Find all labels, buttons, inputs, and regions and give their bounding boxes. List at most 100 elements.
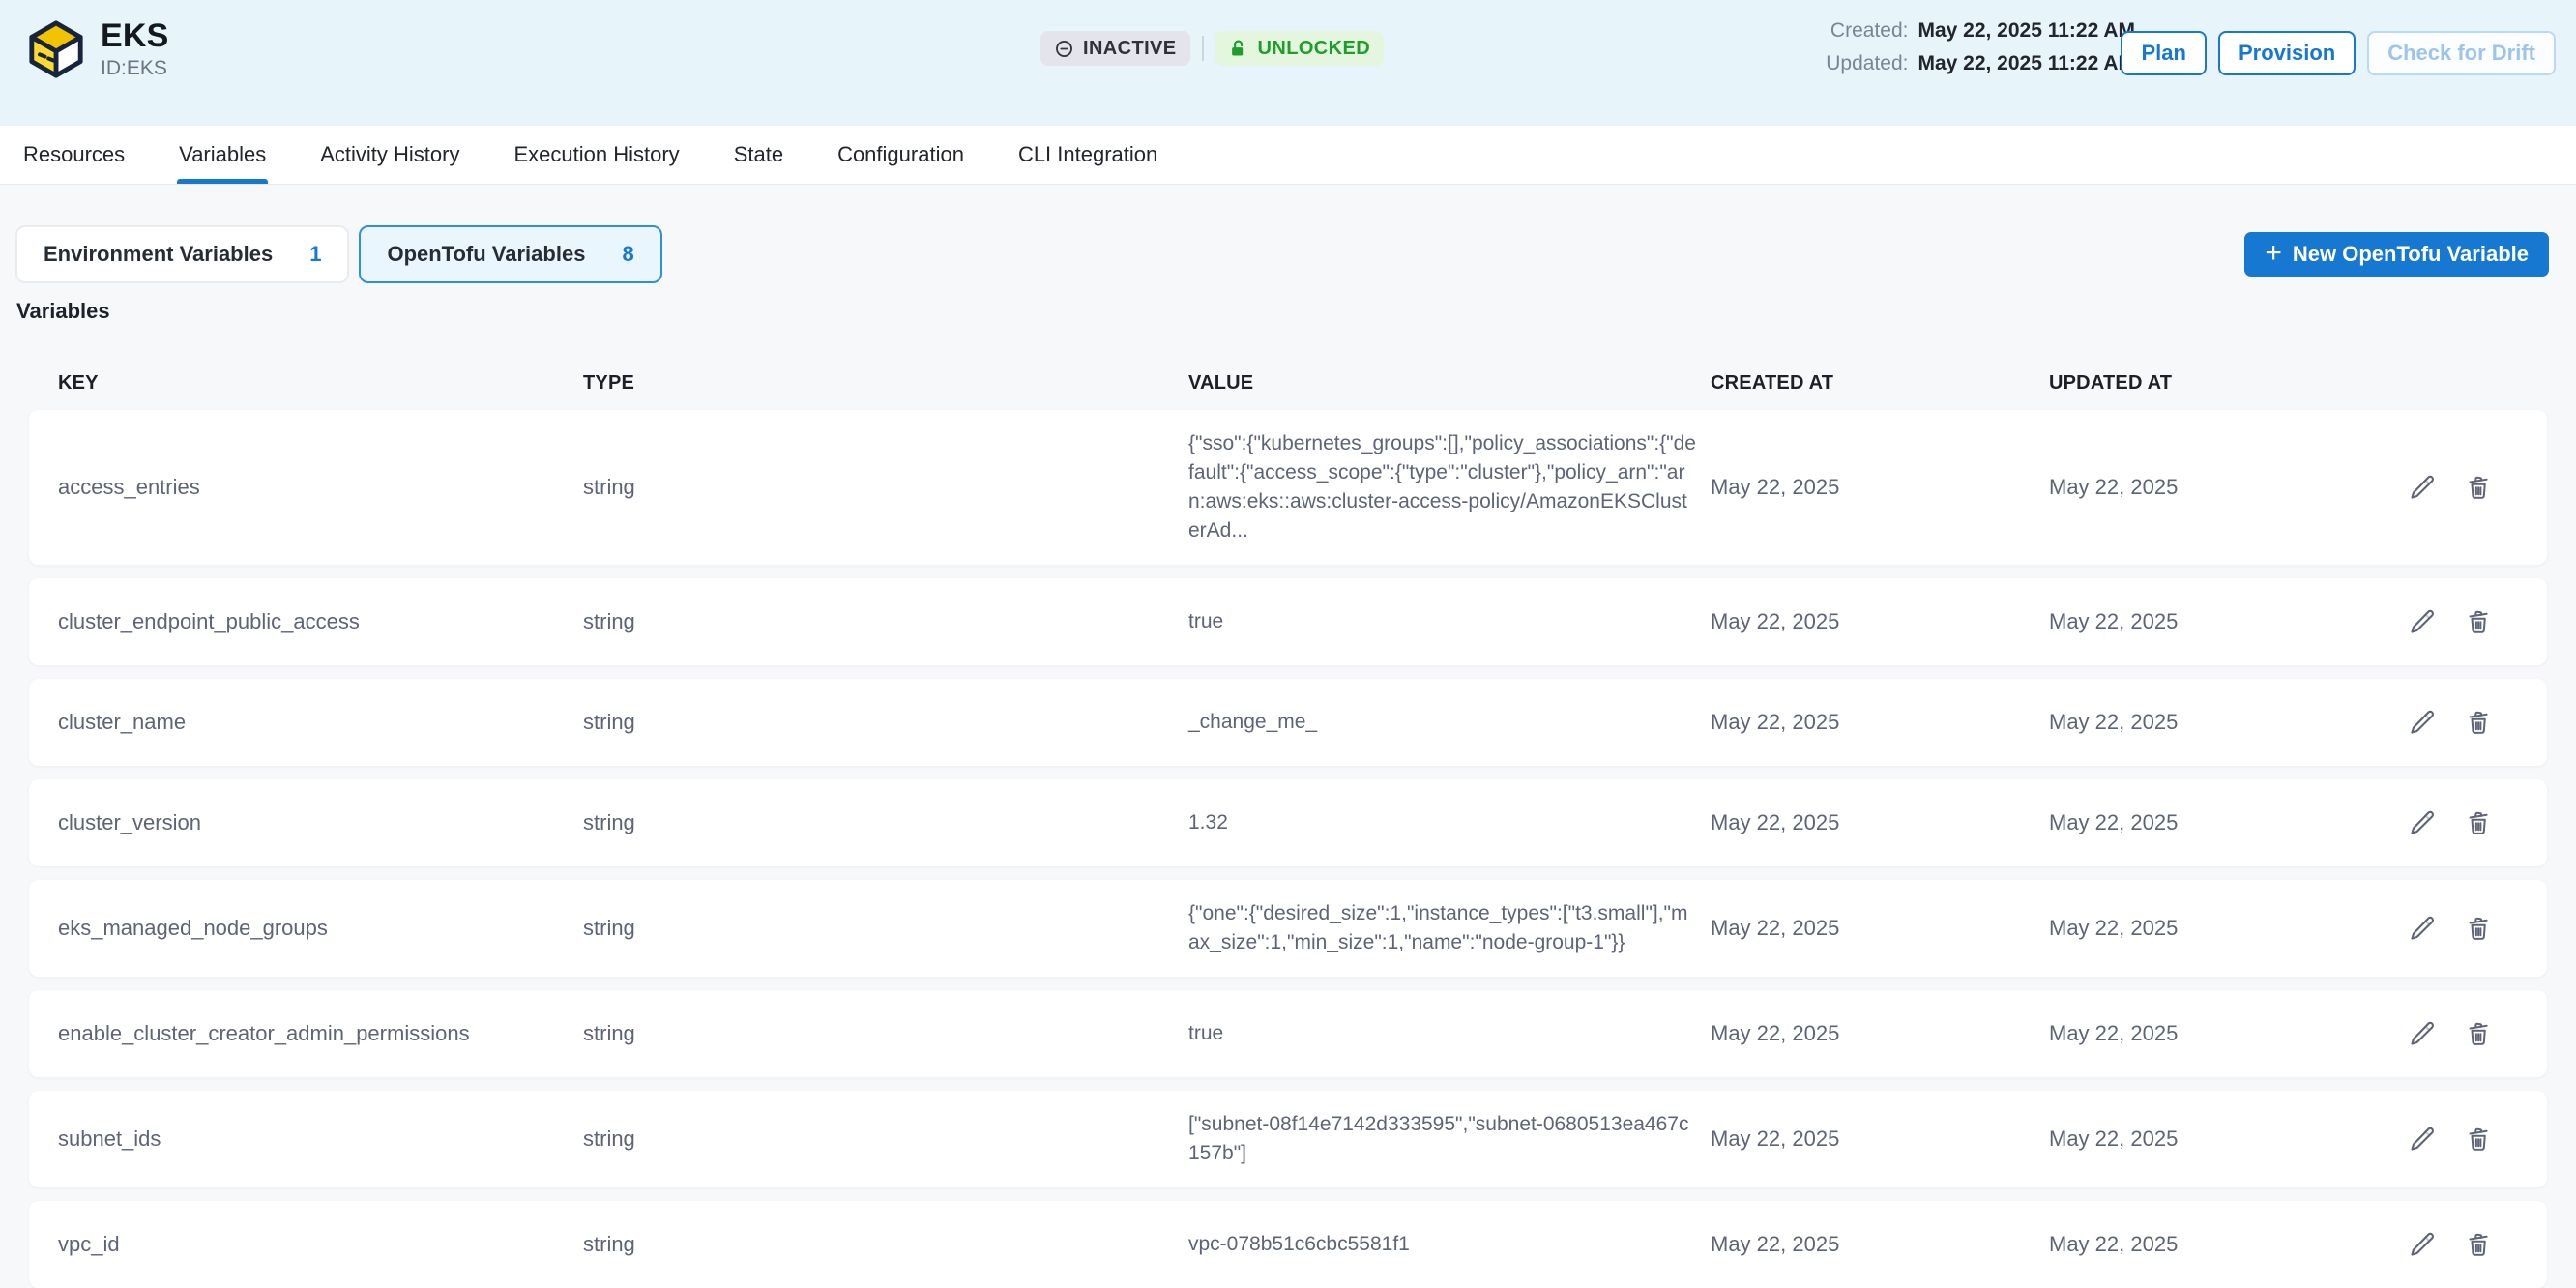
table-row: access_entriesstring{"sso":{"kubernetes_… (29, 410, 2547, 565)
tab-opentofu-variables[interactable]: OpenTofu Variables 8 (359, 225, 661, 283)
plus-icon: + (2265, 239, 2282, 268)
delete-variable-button[interactable] (2464, 914, 2493, 943)
edit-variable-button[interactable] (2408, 473, 2437, 502)
variable-value: {"sso":{"kubernetes_groups":[],"policy_a… (1188, 429, 1711, 545)
edit-variable-button[interactable] (2408, 1019, 2437, 1048)
variable-value: _change_me_ (1188, 708, 1711, 737)
variable-type-tabs: Environment Variables 1 OpenTofu Variabl… (15, 225, 2547, 283)
tab-bar: Resources Variables Activity History Execut… (0, 126, 2576, 185)
variable-value: ["subnet-08f14e7142d333595","subnet-0680… (1188, 1110, 1711, 1168)
variable-updated-at: May 22, 2025 (2049, 609, 2349, 634)
updated-label: Updated: (1819, 52, 1908, 75)
edit-variable-button[interactable] (2408, 808, 2437, 837)
row-actions (2349, 1230, 2518, 1259)
pencil-icon (2408, 914, 2437, 943)
edit-variable-button[interactable] (2408, 708, 2437, 737)
variable-type: string (583, 609, 1188, 634)
tab-variables[interactable]: Variables (179, 126, 266, 184)
variable-created-at: May 22, 2025 (1711, 475, 2049, 500)
variable-updated-at: May 22, 2025 (2049, 1127, 2349, 1152)
column-header-updated-at: UPDATED AT (2049, 372, 2349, 395)
title-block: EKS ID:EKS (101, 16, 169, 80)
variable-key: access_entries (58, 475, 583, 500)
column-header-type: TYPE (583, 372, 1188, 395)
variable-created-at: May 22, 2025 (1711, 1021, 2049, 1046)
table-row: enable_cluster_creator_admin_permissions… (29, 990, 2547, 1077)
delete-variable-button[interactable] (2464, 1019, 2493, 1048)
created-row: Created: May 22, 2025 11:22 AM (1819, 19, 2135, 43)
variable-updated-at: May 22, 2025 (2049, 1021, 2349, 1046)
unlocked-padlock-icon (1229, 39, 1249, 59)
table-row: cluster_endpoint_public_accessstringtrue… (29, 578, 2547, 665)
variables-content: Environment Variables 1 OpenTofu Variabl… (0, 185, 2576, 1288)
variable-key: enable_cluster_creator_admin_permissions (58, 1021, 583, 1046)
table-header: KEY TYPE VALUE CREATED AT UPDATED AT (29, 372, 2547, 395)
variable-updated-at: May 22, 2025 (2049, 475, 2349, 500)
variable-created-at: May 22, 2025 (1711, 810, 2049, 835)
variable-type: string (583, 1021, 1188, 1046)
delete-variable-button[interactable] (2464, 607, 2493, 636)
row-actions (2349, 607, 2518, 636)
check-for-drift-button[interactable]: Check for Drift (2367, 31, 2556, 75)
delete-variable-button[interactable] (2464, 808, 2493, 837)
pencil-icon (2408, 1230, 2437, 1259)
variable-type: string (583, 475, 1188, 500)
plan-button[interactable]: Plan (2121, 31, 2206, 75)
pencil-icon (2408, 607, 2437, 636)
status-badge: INACTIVE (1040, 31, 1190, 66)
tab-resources[interactable]: Resources (23, 126, 125, 184)
row-actions (2349, 708, 2518, 737)
tab-opentofu-variables-label: OpenTofu Variables (387, 242, 585, 267)
tab-configuration[interactable]: Configuration (837, 126, 964, 184)
status-badge-label: INACTIVE (1083, 38, 1177, 60)
variable-updated-at: May 22, 2025 (2049, 916, 2349, 941)
environment-id: ID:EKS (101, 57, 169, 80)
edit-variable-button[interactable] (2408, 914, 2437, 943)
edit-variable-button[interactable] (2408, 607, 2437, 636)
variable-created-at: May 22, 2025 (1711, 1127, 2049, 1152)
delete-variable-button[interactable] (2464, 1125, 2493, 1154)
row-actions (2349, 473, 2518, 502)
edit-variable-button[interactable] (2408, 1230, 2437, 1259)
table-row: cluster_versionstring1.32May 22, 2025May… (29, 779, 2547, 866)
column-header-value: VALUE (1188, 372, 1711, 395)
variable-updated-at: May 22, 2025 (2049, 810, 2349, 835)
delete-variable-button[interactable] (2464, 473, 2493, 502)
edit-variable-button[interactable] (2408, 1125, 2437, 1154)
variable-created-at: May 22, 2025 (1711, 1232, 2049, 1257)
variable-value: true (1188, 607, 1711, 636)
variable-type: string (583, 1232, 1188, 1257)
variable-value: vpc-078b51c6cbc5581f1 (1188, 1230, 1711, 1259)
trash-icon (2464, 1019, 2493, 1048)
lock-status-badge-label: UNLOCKED (1258, 38, 1371, 60)
tab-execution-history[interactable]: Execution History (514, 126, 680, 184)
tab-cli-integration[interactable]: CLI Integration (1018, 126, 1157, 184)
pencil-icon (2408, 808, 2437, 837)
variable-key: eks_managed_node_groups (58, 916, 583, 941)
row-actions (2349, 1125, 2518, 1154)
tab-environment-variables-label: Environment Variables (44, 242, 273, 267)
variable-key: cluster_endpoint_public_access (58, 609, 583, 634)
tab-opentofu-variables-count: 8 (622, 242, 633, 267)
trash-icon (2464, 1230, 2493, 1259)
new-opentofu-variable-button[interactable]: + New OpenTofu Variable (2244, 232, 2549, 277)
tab-activity-history[interactable]: Activity History (320, 126, 459, 184)
header-actions: Plan Provision Check for Drift (2121, 31, 2556, 75)
variable-value: true (1188, 1019, 1711, 1048)
trash-icon (2464, 473, 2493, 502)
variable-key: vpc_id (58, 1232, 583, 1257)
provision-button[interactable]: Provision (2218, 31, 2356, 75)
variable-value: 1.32 (1188, 808, 1711, 837)
variable-created-at: May 22, 2025 (1711, 916, 2049, 941)
column-header-created-at: CREATED AT (1711, 372, 2049, 395)
tab-state[interactable]: State (734, 126, 783, 184)
delete-variable-button[interactable] (2464, 1230, 2493, 1259)
variables-table: access_entriesstring{"sso":{"kubernetes_… (29, 410, 2547, 1288)
created-label: Created: (1819, 19, 1908, 43)
variable-created-at: May 22, 2025 (1711, 609, 2049, 634)
environment-header: EKS ID:EKS INACTIVE UNLOCKED Created: (0, 0, 2576, 126)
variable-updated-at: May 22, 2025 (2049, 1232, 2349, 1257)
delete-variable-button[interactable] (2464, 708, 2493, 737)
trash-icon (2464, 607, 2493, 636)
tab-environment-variables[interactable]: Environment Variables 1 (15, 225, 349, 283)
